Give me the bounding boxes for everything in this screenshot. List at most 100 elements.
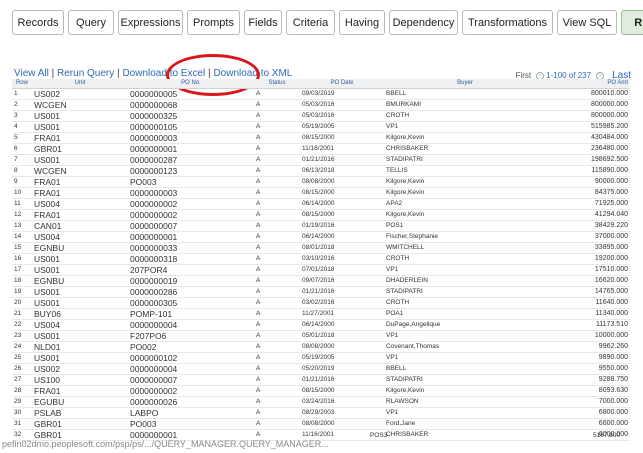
po-number-link[interactable]: 0000000003 <box>128 132 254 144</box>
unit-cell[interactable]: FRA01 <box>32 187 128 199</box>
po-number-link[interactable]: 0000000007 <box>128 220 254 232</box>
po-number-link[interactable]: 0000000019 <box>128 275 254 287</box>
po-number-link[interactable]: 0000000001 <box>128 231 254 243</box>
po-number-link[interactable]: 0000000286 <box>128 286 254 298</box>
unit-cell[interactable]: US001 <box>32 110 128 122</box>
unit-cell[interactable]: FRA01 <box>32 132 128 144</box>
po-number-link[interactable]: LABPO <box>128 407 254 419</box>
column-header-unit[interactable]: Unit <box>32 79 128 89</box>
unit-cell[interactable]: US001 <box>32 253 128 265</box>
unit-cell[interactable]: US001 <box>32 352 128 364</box>
tab-expressions[interactable]: Expressions <box>118 10 183 35</box>
buyer-cell: POA1 <box>384 308 546 320</box>
po-number-link[interactable]: 207POR4 <box>128 264 254 276</box>
unit-cell[interactable]: US100 <box>32 374 128 386</box>
tab-fields[interactable]: Fields <box>244 10 282 35</box>
po-number-link[interactable]: PO002 <box>128 341 254 353</box>
status-cell: A <box>254 99 300 111</box>
po-number-link[interactable]: 0000000123 <box>128 165 254 177</box>
unit-cell[interactable]: GBR01 <box>32 418 128 430</box>
po-number-link[interactable]: F207PO6 <box>128 330 254 342</box>
po-number-link[interactable]: 0000000318 <box>128 253 254 265</box>
po-number-link[interactable]: 0000000004 <box>128 363 254 375</box>
po-date-cell: 08/08/2000 <box>300 418 384 430</box>
unit-cell[interactable]: US001 <box>32 264 128 276</box>
column-header-po-amt[interactable]: PO Amt <box>546 79 630 89</box>
unit-cell[interactable]: US004 <box>32 198 128 210</box>
tab-query[interactable]: Query <box>68 10 114 35</box>
unit-cell[interactable]: US001 <box>32 297 128 309</box>
tab-having[interactable]: Having <box>339 10 385 35</box>
po-number-link[interactable]: 0000000001 <box>128 143 254 155</box>
rerun-query-link[interactable]: Rerun Query <box>57 68 114 79</box>
row-number: 29 <box>12 396 32 408</box>
po-number-link[interactable]: PO003 <box>128 176 254 188</box>
po-number-link[interactable]: POMP-101 <box>128 308 254 320</box>
column-header-status[interactable]: Status <box>254 79 300 89</box>
status-cell: A <box>254 209 300 221</box>
tab-dependency[interactable]: Dependency <box>389 10 458 35</box>
buyer-cell: CROTH <box>384 253 546 265</box>
unit-cell[interactable]: EGNBU <box>32 242 128 254</box>
unit-cell[interactable]: CAN01 <box>32 220 128 232</box>
unit-cell[interactable]: US002 <box>32 363 128 375</box>
tab-prompts[interactable]: Prompts <box>187 10 240 35</box>
unit-cell[interactable]: EGUBU <box>32 396 128 408</box>
po-amount-cell: 9962.260 <box>546 341 630 353</box>
unit-cell[interactable]: GBR01 <box>32 143 128 155</box>
po-number-link[interactable]: 0000000102 <box>128 352 254 364</box>
po-number-link[interactable]: 0000000002 <box>128 198 254 210</box>
unit-cell[interactable]: US004 <box>32 319 128 331</box>
table-row: 29 EGUBU 0000000026 A 03/24/2016 RLAWSON 7000.… <box>12 396 630 408</box>
unit-cell[interactable]: FRA01 <box>32 209 128 221</box>
unit-cell[interactable]: US001 <box>32 286 128 298</box>
tab-run[interactable]: Run <box>621 10 643 35</box>
status-cell: A <box>254 143 300 155</box>
po-number-link[interactable]: 0000000033 <box>128 242 254 254</box>
table-row: 23 US001 F207PO6 A 05/01/2018 VP1 10000.000 <box>12 330 630 342</box>
unit-cell[interactable]: WCGEN <box>32 99 128 111</box>
unit-cell[interactable]: EGNBU <box>32 275 128 287</box>
unit-cell[interactable]: BUY06 <box>32 308 128 320</box>
po-number-link[interactable]: 0000000305 <box>128 297 254 309</box>
column-header-po-date[interactable]: PO Date <box>300 79 384 89</box>
po-number-link[interactable]: 0000000105 <box>128 121 254 133</box>
unit-cell[interactable]: PSLAB <box>32 407 128 419</box>
po-date-cell: 08/01/2018 <box>300 242 384 254</box>
tab-criteria[interactable]: Criteria <box>286 10 335 35</box>
unit-cell[interactable]: NLD01 <box>32 341 128 353</box>
view-all-link[interactable]: View All <box>14 68 49 79</box>
row-number: 24 <box>12 341 32 353</box>
po-number-link[interactable]: 0000000026 <box>128 396 254 408</box>
po-date-cell: 05/01/2018 <box>300 330 384 342</box>
po-number-link[interactable]: 0000000004 <box>128 319 254 331</box>
po-date-cell: 01/19/2016 <box>300 220 384 232</box>
column-header-row[interactable]: Row <box>12 79 32 89</box>
po-number-link[interactable]: 0000000007 <box>128 374 254 386</box>
po-number-link[interactable]: 0000000003 <box>128 187 254 199</box>
unit-cell[interactable]: FRA01 <box>32 385 128 397</box>
po-number-link[interactable]: 0000000068 <box>128 99 254 111</box>
po-date-cell: 07/01/2018 <box>300 264 384 276</box>
unit-cell[interactable]: US004 <box>32 231 128 243</box>
buyer-cell: VP1 <box>384 330 546 342</box>
table-row: 18 EGNBU 0000000019 A 09/07/2016 DHADERLEIN 16… <box>12 275 630 287</box>
po-amount-cell: 33895.000 <box>546 242 630 254</box>
po-number-link[interactable]: 0000000005 <box>128 88 254 100</box>
po-number-link[interactable]: PO003 <box>128 418 254 430</box>
tab-view-sql[interactable]: View SQL <box>557 10 617 35</box>
unit-cell[interactable]: US001 <box>32 121 128 133</box>
po-number-link[interactable]: 0000000002 <box>128 385 254 397</box>
po-number-link[interactable]: 0000000325 <box>128 110 254 122</box>
tab-records[interactable]: Records <box>12 10 64 35</box>
unit-cell[interactable]: US001 <box>32 330 128 342</box>
tab-transformations[interactable]: Transformations <box>462 10 553 35</box>
unit-cell[interactable]: WCGEN <box>32 165 128 177</box>
column-header-buyer[interactable]: Buyer <box>384 79 546 89</box>
column-header-po-no[interactable]: PO No. <box>128 79 254 89</box>
unit-cell[interactable]: US001 <box>32 154 128 166</box>
unit-cell[interactable]: FRA01 <box>32 176 128 188</box>
po-number-link[interactable]: 0000000287 <box>128 154 254 166</box>
po-number-link[interactable]: 0000000002 <box>128 209 254 221</box>
unit-cell[interactable]: US002 <box>32 88 128 100</box>
